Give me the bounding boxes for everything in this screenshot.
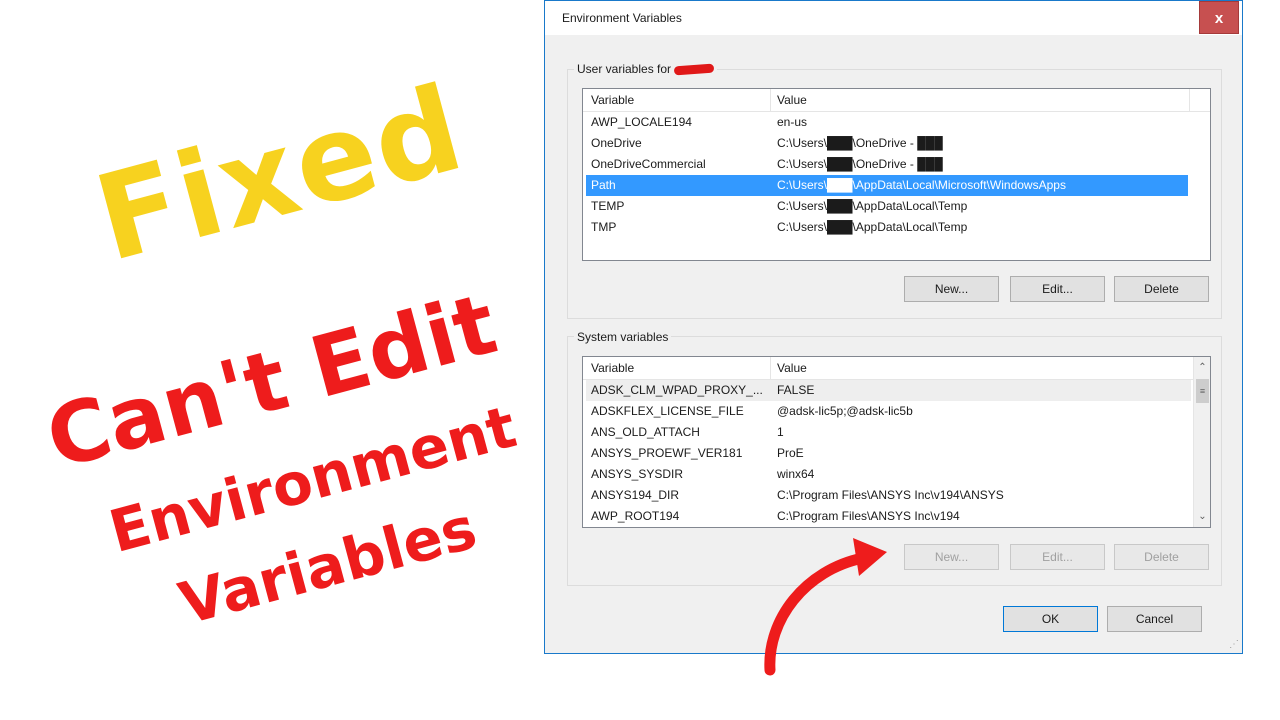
variable-value: 1 — [777, 425, 784, 439]
variable-value: C:\Program Files\ANSYS Inc\v194 — [777, 509, 960, 523]
variable-value: C:\Users\███\AppData\Local\Temp — [777, 220, 968, 234]
variable-value: C:\Users\███\OneDrive - ███ — [777, 157, 943, 171]
system-variable-row[interactable]: AWP_ROOT194 C:\Program Files\ANSYS Inc\v1… — [586, 506, 1191, 527]
cancel-button[interactable]: Cancel — [1107, 606, 1202, 632]
red-arrow-icon — [764, 538, 887, 676]
system-delete-button[interactable]: Delete — [1114, 544, 1209, 570]
column-header-variable[interactable]: Variable — [591, 93, 634, 107]
system-variable-row[interactable]: ANSYS194_DIR C:\Program Files\ANSYS Inc\v… — [586, 485, 1191, 506]
system-variable-row[interactable]: ANSYS_SYSDIR winx64 — [586, 464, 1191, 485]
redacted-username — [674, 63, 715, 76]
variable-value: en-us — [777, 115, 808, 129]
user-variable-row[interactable]: TMP C:\Users\███\AppData\Local\Temp — [586, 217, 1188, 238]
variable-name: ADSKFLEX_LICENSE_FILE — [591, 404, 744, 418]
variable-name: ADSK_CLM_WPAD_PROXY_... — [591, 383, 763, 397]
variable-value: C:\Users\███\AppData\Local\Microsoft\Win… — [777, 178, 1066, 192]
variable-name: AWP_ROOT194 — [591, 509, 680, 523]
system-variables-list[interactable]: Variable Value ADSK_CLM_WPAD_PROXY_... FA… — [582, 356, 1211, 528]
user-variable-row[interactable]: AWP_LOCALE194 en-us — [586, 112, 1188, 133]
variable-value: C:\Program Files\ANSYS Inc\v194\ANSYS — [777, 488, 1004, 502]
system-variables-label-text: System variables — [577, 330, 669, 344]
title-bar[interactable]: Environment Variables x — [545, 1, 1242, 35]
system-variables-label: System variables — [574, 330, 672, 344]
user-new-button[interactable]: New... — [904, 276, 999, 302]
scroll-up-arrow-icon[interactable]: ⌃ — [1194, 359, 1210, 376]
user-variable-row[interactable]: OneDriveCommercial C:\Users\███\OneDrive … — [586, 154, 1188, 175]
system-variable-row[interactable]: ANS_OLD_ATTACH 1 — [586, 422, 1191, 443]
variable-name: ANSYS_SYSDIR — [591, 467, 684, 481]
variable-name: ANSYS_PROEWF_VER181 — [591, 446, 743, 460]
system-list-scrollbar[interactable]: ⌃ ≡ ⌄ — [1193, 357, 1210, 527]
system-variable-row[interactable]: ADSK_CLM_WPAD_PROXY_... FALSE — [586, 380, 1191, 401]
user-variables-label-text: User variables for — [577, 62, 672, 76]
variable-name: Path — [591, 178, 616, 192]
variable-value: C:\Users\███\OneDrive - ███ — [777, 136, 943, 150]
user-variables-list[interactable]: Variable Value AWP_LOCALE194 en-us OneDriv… — [582, 88, 1211, 261]
system-new-button[interactable]: New... — [904, 544, 999, 570]
resize-grip-icon[interactable]: ⋰ — [1229, 639, 1239, 650]
scroll-thumb[interactable]: ≡ — [1196, 379, 1209, 403]
variable-value: winx64 — [777, 467, 815, 481]
variable-name: OneDrive — [591, 136, 642, 150]
close-button[interactable]: x — [1199, 1, 1239, 34]
variable-name: ANSYS194_DIR — [591, 488, 680, 502]
ok-button[interactable]: OK — [1003, 606, 1098, 632]
column-header-value[interactable]: Value — [777, 93, 807, 107]
user-variables-label: User variables for — [574, 62, 718, 76]
scroll-down-arrow-icon[interactable]: ⌄ — [1194, 508, 1210, 525]
system-variable-row[interactable]: ANSYS_PROEWF_VER181 ProE — [586, 443, 1191, 464]
variable-name: OneDriveCommercial — [591, 157, 706, 171]
user-variable-row[interactable]: OneDrive C:\Users\███\OneDrive - ███ — [586, 133, 1188, 154]
user-variable-row[interactable]: Path C:\Users\███\AppData\Local\Microsoft… — [586, 175, 1188, 196]
variable-value: @adsk-lic5p;@adsk-lic5b — [777, 404, 913, 418]
dialog-title: Environment Variables — [562, 11, 682, 25]
variable-name: AWP_LOCALE194 — [591, 115, 692, 129]
variable-value: FALSE — [777, 383, 815, 397]
column-header-value[interactable]: Value — [777, 361, 807, 375]
user-list-header: Variable Value — [583, 89, 1210, 112]
variable-value: C:\Users\███\AppData\Local\Temp — [777, 199, 968, 213]
system-list-header: Variable Value — [583, 357, 1194, 380]
variable-name: TMP — [591, 220, 617, 234]
user-delete-button[interactable]: Delete — [1114, 276, 1209, 302]
variable-name: TEMP — [591, 199, 625, 213]
system-edit-button[interactable]: Edit... — [1010, 544, 1105, 570]
variable-name: ANS_OLD_ATTACH — [591, 425, 700, 439]
user-variable-row[interactable]: TEMP C:\Users\███\AppData\Local\Temp — [586, 196, 1188, 217]
column-header-variable[interactable]: Variable — [591, 361, 634, 375]
overlay-fixed-text: Fixed — [82, 58, 478, 289]
variable-value: ProE — [777, 446, 804, 460]
system-variable-row[interactable]: ADSKFLEX_LICENSE_FILE @adsk-lic5p;@adsk-l… — [586, 401, 1191, 422]
user-edit-button[interactable]: Edit... — [1010, 276, 1105, 302]
